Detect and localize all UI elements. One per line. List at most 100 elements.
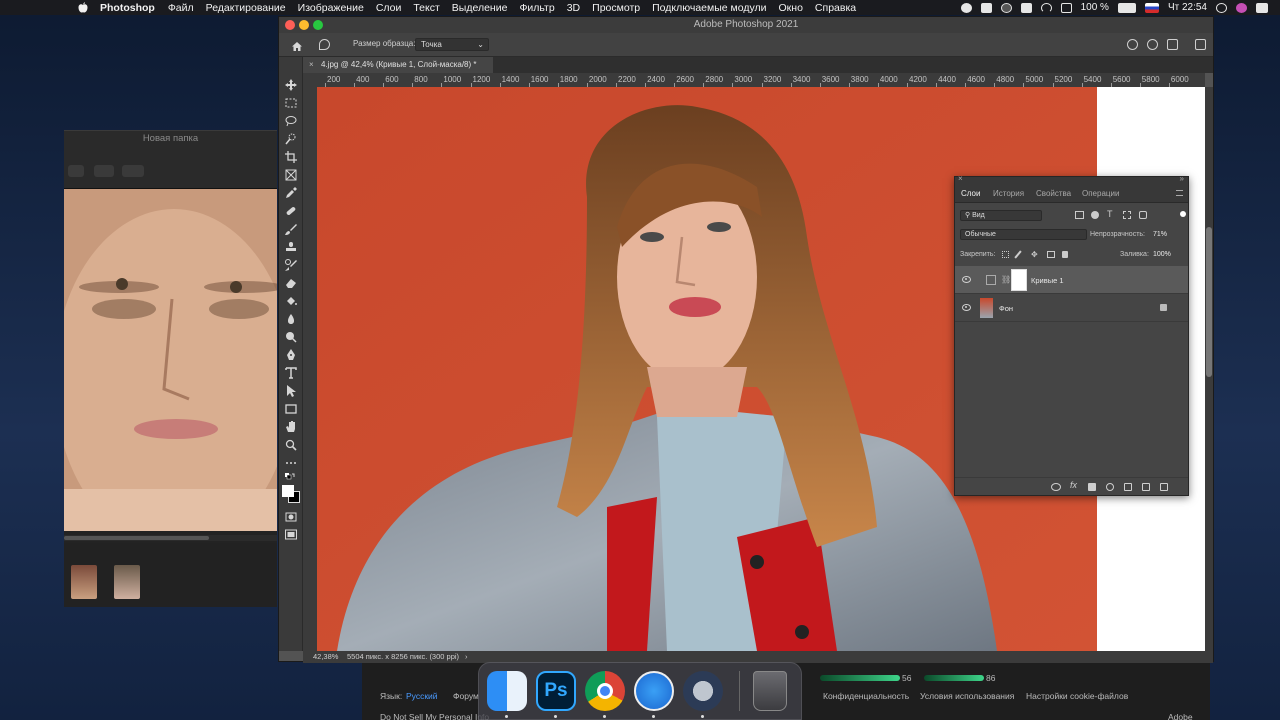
dodge-tool-icon[interactable]	[285, 331, 297, 343]
opacity-value[interactable]: 71%	[1153, 231, 1167, 238]
menu-filter[interactable]: Фильтр	[519, 2, 554, 14]
thumbnail-image[interactable]	[71, 565, 97, 599]
chrome-icon[interactable]	[585, 671, 625, 711]
vertical-scrollbar[interactable]	[1205, 87, 1213, 651]
tab-actions[interactable]: Операции	[1082, 189, 1119, 198]
cc-icon[interactable]	[1000, 2, 1012, 13]
quicktime-icon[interactable]	[683, 671, 723, 711]
pen-tool-icon[interactable]	[285, 349, 297, 361]
fill-value[interactable]: 100%	[1153, 251, 1171, 258]
horizontal-ruler[interactable]: 200 400 600 800 1000 1200 1400 1600 1800 2000 2200…	[317, 73, 1205, 87]
quick-mask-icon[interactable]	[285, 511, 297, 523]
panel-menu-icon[interactable]	[1176, 190, 1183, 196]
control-center-icon[interactable]	[1256, 2, 1268, 13]
layer-name[interactable]: Кривые 1	[1031, 276, 1064, 285]
brush-tool-icon[interactable]	[285, 223, 297, 235]
finder-icon[interactable]	[487, 671, 527, 711]
type-tool-icon[interactable]	[285, 367, 297, 379]
do-not-sell-link[interactable]: Do Not Sell My Personal Info	[380, 712, 489, 720]
export-icon[interactable]	[1195, 39, 1206, 50]
filter-smart-object-icon[interactable]	[1139, 211, 1147, 219]
language-link[interactable]: Русский	[406, 691, 438, 701]
document-tab[interactable]: × 4.jpg @ 42,4% (Кривые 1, Слой-маска/8)…	[303, 57, 493, 73]
screen-mode-icon[interactable]	[285, 529, 297, 541]
apple-icon[interactable]	[78, 2, 88, 13]
menu-view[interactable]: Просмотр	[592, 2, 640, 14]
record-icon[interactable]	[960, 2, 972, 13]
finder-tag-button[interactable]	[122, 165, 144, 177]
vertical-ruler[interactable]	[303, 87, 317, 651]
share-icon[interactable]	[1127, 39, 1138, 50]
zoom-level[interactable]: 42,38%	[313, 651, 338, 663]
add-mask-icon[interactable]	[1088, 483, 1096, 491]
battery-icon[interactable]	[1117, 2, 1136, 13]
clock[interactable]: Чт 22:54	[1168, 2, 1207, 13]
filter-pixel-icon[interactable]	[1075, 211, 1084, 219]
collapse-panel-icon[interactable]: »	[1180, 174, 1184, 183]
filter-adjustment-icon[interactable]	[1091, 211, 1099, 219]
cookies-link[interactable]: Настройки cookie-файлов	[1026, 691, 1128, 701]
eraser-tool-icon[interactable]	[285, 277, 297, 289]
lock-position-icon[interactable]: ✥	[1031, 250, 1038, 259]
slider-bar[interactable]	[924, 675, 984, 681]
healing-brush-tool-icon[interactable]	[285, 205, 297, 217]
close-window-button[interactable]	[285, 20, 295, 30]
layer-thumbnail[interactable]	[980, 298, 993, 318]
link-layers-icon[interactable]	[1051, 483, 1061, 491]
hand-tool-icon[interactable]	[285, 421, 297, 433]
frame-tool-icon[interactable]	[285, 169, 297, 181]
privacy-link[interactable]: Конфиденциальность	[823, 691, 909, 701]
lock-artboard-icon[interactable]	[1047, 251, 1055, 258]
trash-icon[interactable]	[753, 671, 787, 711]
filter-type-icon[interactable]: T	[1107, 209, 1113, 219]
close-tab-icon[interactable]: ×	[309, 57, 314, 73]
sample-size-select[interactable]: Точка ⌄	[415, 38, 489, 51]
workspace-icon[interactable]	[1167, 39, 1178, 50]
search-icon[interactable]	[1147, 39, 1158, 50]
photoshop-icon[interactable]: Ps	[536, 671, 576, 711]
blur-tool-icon[interactable]	[285, 313, 297, 325]
tab-history[interactable]: История	[993, 189, 1024, 198]
menu-plugins[interactable]: Подключаемые модули	[652, 2, 766, 14]
filter-toggle-icon[interactable]	[1180, 211, 1186, 217]
chevron-right-icon[interactable]: ›	[465, 651, 468, 663]
adjustment-layer-icon[interactable]	[1106, 483, 1114, 491]
rectangle-tool-icon[interactable]	[285, 403, 297, 415]
minimize-window-button[interactable]	[299, 20, 309, 30]
home-icon[interactable]	[291, 39, 303, 51]
path-selection-tool-icon[interactable]	[285, 385, 297, 397]
fx-icon[interactable]: fx	[1070, 480, 1077, 490]
eyedropper-tool-icon[interactable]	[285, 187, 297, 199]
menu-window[interactable]: Окно	[779, 2, 803, 14]
terms-link[interactable]: Условия использования	[920, 691, 1014, 701]
zoom-window-button[interactable]	[313, 20, 323, 30]
close-panel-icon[interactable]: ×	[958, 174, 963, 183]
new-layer-icon[interactable]	[1142, 483, 1150, 491]
airplay-icon[interactable]	[1060, 2, 1072, 13]
more-tools-icon[interactable]	[285, 457, 297, 469]
layer-filter-select[interactable]: ⚲ Вид	[960, 210, 1042, 221]
finder-scrollbar[interactable]	[64, 535, 277, 541]
chain-link-icon[interactable]: ⛓	[1001, 275, 1011, 284]
layer-row-background[interactable]: Фон	[955, 294, 1188, 322]
move-tool-icon[interactable]	[285, 79, 297, 91]
zoom-tool-icon[interactable]	[285, 439, 297, 451]
blend-mode-select[interactable]: Обычные	[960, 229, 1087, 240]
lasso-tool-icon[interactable]	[285, 115, 297, 127]
siri-icon[interactable]	[1236, 2, 1247, 13]
swap-colors-icon[interactable]	[285, 473, 295, 483]
finder-share-button[interactable]	[94, 165, 114, 177]
visibility-eye-icon[interactable]	[962, 304, 971, 311]
marquee-tool-icon[interactable]	[285, 97, 297, 109]
app-menu-photoshop[interactable]: Photoshop	[100, 2, 155, 14]
menu-file[interactable]: Файл	[168, 2, 194, 14]
history-brush-tool-icon[interactable]	[285, 259, 297, 271]
translate-icon[interactable]	[980, 2, 992, 13]
visibility-eye-icon[interactable]	[962, 276, 971, 283]
lock-all-icon[interactable]	[1062, 251, 1068, 258]
quick-selection-tool-icon[interactable]	[285, 133, 297, 145]
menu-3d[interactable]: 3D	[567, 2, 580, 14]
thumbnail-image[interactable]	[114, 565, 140, 599]
document-info[interactable]: 5504 пикс. x 8256 пикс. (300 ppi)	[347, 651, 459, 663]
finder-view-button[interactable]	[68, 165, 84, 177]
